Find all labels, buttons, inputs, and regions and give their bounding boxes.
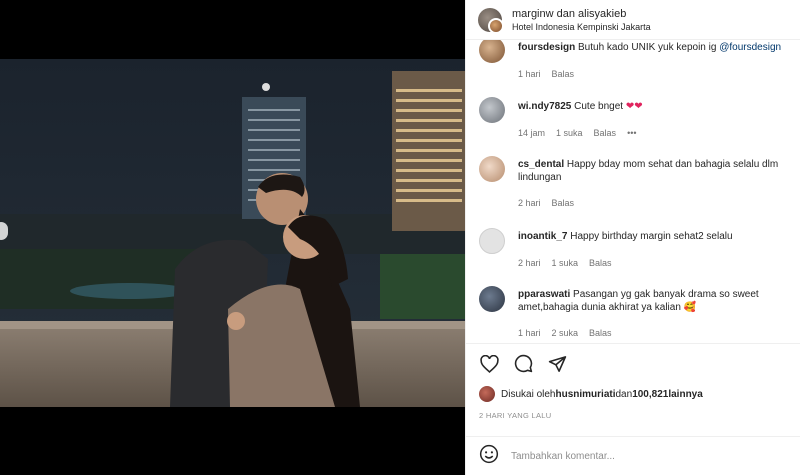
comment-item: foursdesign Butuh kado UNIK yuk kepoin i… (479, 40, 796, 79)
coauthor-avatar[interactable] (488, 17, 504, 34)
commenter-avatar[interactable] (479, 286, 505, 312)
comment-time[interactable]: 2 hari (518, 198, 541, 208)
comment-likes[interactable]: 1 suka (552, 258, 579, 268)
likes-summary: Disukai oleh husnimuriati dan 100,821 la… (479, 386, 703, 402)
comment-item: pparaswati Pasangan yg gak banyak drama … (479, 286, 796, 338)
comment-time[interactable]: 1 hari (518, 328, 541, 338)
more-options-icon[interactable]: ••• (627, 128, 636, 138)
likes-prefix: Disukai oleh (501, 388, 556, 400)
commenter-avatar[interactable] (479, 228, 505, 254)
likes-suffix[interactable]: lainnya (668, 389, 702, 400)
comment-time[interactable]: 2 hari (518, 258, 541, 268)
share-icon[interactable] (547, 354, 567, 374)
heart-icon[interactable] (479, 354, 499, 374)
comments-list[interactable]: foursdesign Butuh kado UNIK yuk kepoin i… (466, 40, 800, 342)
comment-username[interactable]: cs_dental (518, 159, 564, 170)
comment-icon[interactable] (513, 354, 533, 374)
reply-button[interactable]: Balas (589, 328, 612, 338)
reply-button[interactable]: Balas (594, 128, 617, 138)
photo-illustration (0, 59, 465, 407)
comment-time[interactable]: 14 jam (518, 128, 545, 138)
comment-username[interactable]: inoantik_7 (518, 231, 567, 242)
comment-item: cs_dental Happy bday mom sehat dan bahag… (479, 156, 796, 208)
post-actions (466, 343, 800, 383)
reply-button[interactable]: Balas (552, 198, 575, 208)
comment-text: Butuh kado UNIK yuk kepoin ig (578, 42, 720, 53)
comment-text: Happy birthday margin sehat2 selalu (570, 231, 733, 242)
heart-emoji: ❤❤ (625, 101, 643, 112)
liker-avatar[interactable] (479, 386, 495, 402)
comment-username[interactable]: foursdesign (518, 42, 575, 53)
comment-likes[interactable]: 1 suka (556, 128, 583, 138)
commenter-avatar[interactable] (479, 156, 505, 182)
comment-text: Cute bnget (574, 101, 624, 112)
post-photo[interactable] (0, 59, 465, 407)
likes-count[interactable]: 100,821 (632, 389, 668, 400)
comment-item: wi.ndy7825 Cute bnget ❤❤ 14 jam 1 suka B… (479, 97, 796, 138)
post-header: marginw dan alisyakieb Hotel Indonesia K… (466, 0, 800, 40)
author-avatar[interactable] (478, 7, 504, 34)
comment-likes[interactable]: 2 suka (552, 328, 579, 338)
post-location[interactable]: Hotel Indonesia Kempinski Jakarta (512, 22, 651, 32)
liker-username[interactable]: husnimuriati (555, 389, 615, 400)
comment-time[interactable]: 1 hari (518, 69, 541, 79)
smiling-hearts-emoji: 🥰 (683, 302, 697, 313)
post-authors[interactable]: marginw dan alisyakieb (512, 8, 651, 20)
likes-middle: dan (615, 388, 633, 400)
comment-username[interactable]: pparaswati (518, 289, 570, 300)
comment-input[interactable]: Tambahkan komentar... (511, 451, 615, 462)
photo-pane (0, 0, 465, 475)
post-timestamp[interactable]: 2 HARI YANG LALU (479, 411, 551, 420)
comment-item: inoantik_7 Happy birthday margin sehat2 … (479, 228, 796, 268)
commenter-avatar[interactable] (479, 40, 505, 63)
reply-button[interactable]: Balas (589, 258, 612, 268)
instagram-post-modal: marginw dan alisyakieb Hotel Indonesia K… (0, 0, 800, 475)
smiley-icon[interactable] (479, 444, 499, 469)
comment-username[interactable]: wi.ndy7825 (518, 101, 571, 112)
comments-sidebar: marginw dan alisyakieb Hotel Indonesia K… (465, 0, 800, 475)
commenter-avatar[interactable] (479, 97, 505, 123)
add-comment-bar: Tambahkan komentar... (466, 436, 800, 475)
comment-mention[interactable]: @foursdesign (719, 42, 781, 53)
reply-button[interactable]: Balas (552, 69, 575, 79)
